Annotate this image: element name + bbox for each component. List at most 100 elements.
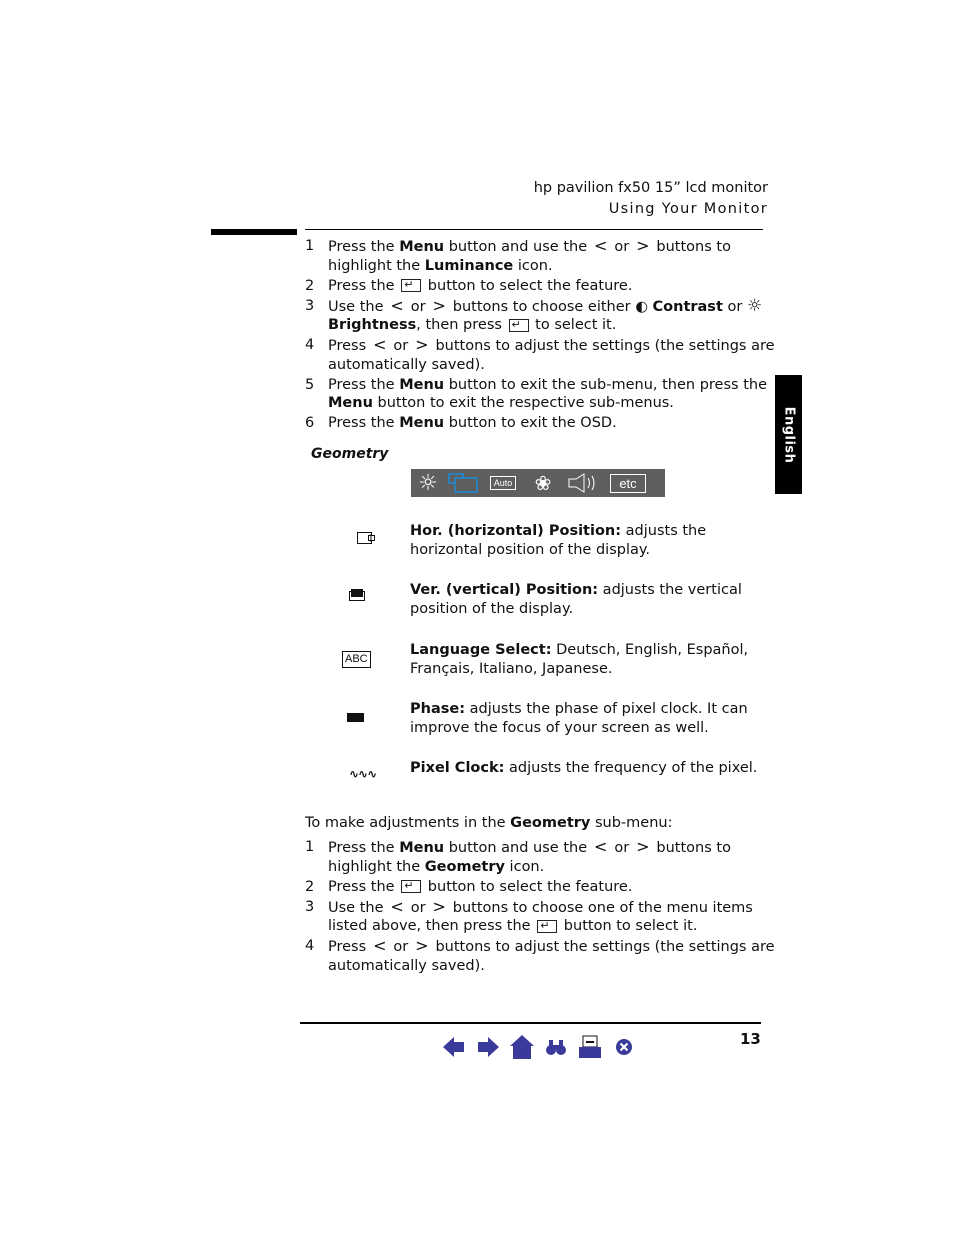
text: button to select the feature.	[423, 277, 633, 294]
menu-label: Menu	[328, 395, 373, 411]
step: 3 Use the < or > buttons to choose one of…	[305, 896, 775, 936]
etc-label: etc	[610, 473, 646, 493]
printer-icon	[579, 1035, 601, 1058]
text: button and use the	[444, 840, 592, 856]
step-number: 1	[305, 839, 315, 855]
binoculars-icon	[546, 1040, 566, 1055]
geometry-steps: 1 Press the Menu button and use the < or …	[305, 837, 775, 977]
geometry-item: Pixel Clock: adjusts the frequency of th…	[410, 759, 770, 778]
text: or	[388, 338, 413, 354]
exit-button[interactable]	[607, 1034, 641, 1060]
language-tab[interactable]: English	[775, 375, 802, 494]
right-arrow-icon: >	[432, 896, 446, 916]
arrow-right-icon	[478, 1037, 499, 1057]
text: icon.	[504, 858, 545, 875]
left-arrow-icon: <	[373, 335, 387, 354]
left-arrow-icon: <	[373, 936, 387, 955]
print-button[interactable]	[573, 1034, 607, 1060]
text: Press the	[328, 878, 400, 895]
step: 2 Press the button to select the feature.	[305, 276, 775, 296]
step: 5 Press the Menu button to exit the sub-m…	[305, 376, 775, 413]
step: 4 Press < or > buttons to adjust the sett…	[305, 936, 775, 975]
right-arrow-icon: >	[636, 236, 650, 255]
search-button[interactable]	[539, 1034, 573, 1060]
right-arrow-icon: >	[415, 936, 429, 955]
left-arrow-icon: <	[594, 837, 608, 856]
text: or	[406, 899, 431, 916]
step-number: 4	[305, 337, 315, 353]
geometry-label: Geometry	[510, 815, 591, 831]
item-label: Hor. (horizontal) Position:	[410, 523, 622, 539]
geometry-item: Phase: adjusts the phase of pixel clock.…	[410, 700, 770, 738]
home-icon	[510, 1035, 534, 1059]
step-number: 4	[305, 938, 315, 954]
text: button to select the feature.	[423, 878, 633, 895]
text: buttons to choose either	[448, 298, 636, 315]
auto-label: Auto	[489, 476, 517, 490]
step-number: 2	[305, 878, 315, 895]
step-number: 3	[305, 898, 315, 915]
step-number: 6	[305, 415, 315, 431]
header-rule	[305, 229, 763, 230]
language-tab-label: English	[781, 406, 796, 463]
brightness-icon: ☼	[418, 470, 438, 496]
item-label: Language Select:	[410, 642, 552, 658]
left-arrow-icon: <	[594, 236, 608, 255]
color-palette-icon: ❀	[534, 471, 552, 495]
contrast-label: Contrast	[652, 298, 723, 315]
geometry-item: Language Select: Deutsch, English, Españ…	[410, 641, 770, 679]
text: Press	[328, 939, 371, 955]
brightness-icon: ☼	[746, 295, 763, 316]
menu-label: Menu	[399, 840, 445, 856]
phase-icon	[347, 713, 364, 722]
arrow-left-icon	[443, 1037, 464, 1057]
step: 2 Press the button to select the feature.	[305, 877, 775, 897]
contrast-icon: ◐	[635, 298, 653, 315]
vertical-position-icon	[349, 589, 365, 605]
text: Use the	[328, 899, 389, 916]
section-marker	[211, 229, 297, 235]
item-label: Ver. (vertical) Position:	[410, 582, 599, 598]
step: 3 Use the < or > buttons to choose either…	[305, 295, 775, 335]
text: Press the	[328, 239, 400, 255]
item-label: Phase:	[410, 701, 465, 717]
enter-icon	[401, 877, 422, 896]
geometry-item: Ver. (vertical) Position: adjusts the ve…	[410, 581, 770, 619]
step: 4 Press < or > buttons to adjust the sett…	[305, 335, 775, 374]
geometry-intro: To make adjustments in the Geometry sub-…	[305, 815, 672, 831]
step-number: 2	[305, 277, 315, 294]
text: Press the	[328, 277, 400, 294]
text: Use the	[328, 298, 389, 315]
step: 1 Press the Menu button and use the < or …	[305, 837, 775, 876]
text: or	[609, 840, 634, 856]
right-arrow-icon: >	[415, 335, 429, 354]
enter-icon	[401, 276, 422, 295]
osd-icon-bar: ☼ Auto ❀ etc	[411, 469, 665, 497]
footer-nav	[437, 1034, 641, 1060]
next-page-button[interactable]	[471, 1034, 505, 1060]
menu-label: Menu	[399, 415, 445, 431]
text: To make adjustments in the	[305, 815, 511, 831]
menu-label: Menu	[399, 239, 445, 255]
item-label: Pixel Clock:	[410, 760, 505, 776]
page-number: 13	[740, 1030, 761, 1048]
enter-icon	[537, 917, 558, 935]
left-arrow-icon: <	[390, 295, 404, 315]
doc-header-section: Using Your Monitor	[608, 201, 768, 217]
close-icon	[616, 1039, 632, 1055]
geometry-heading: Geometry	[311, 446, 389, 462]
home-button[interactable]	[505, 1034, 539, 1060]
luminance-label: Luminance	[424, 257, 514, 274]
text: or	[388, 939, 413, 955]
doc-header-title: hp pavilion fx50 15” lcd monitor	[533, 180, 768, 196]
text: button and use the	[444, 239, 592, 255]
step-number: 5	[305, 376, 315, 393]
previous-page-button[interactable]	[437, 1034, 471, 1060]
step: 1 Press the Menu button and use the < or …	[305, 236, 775, 275]
text: or	[609, 239, 634, 255]
menu-label: Menu	[399, 376, 445, 393]
text: or	[722, 298, 747, 315]
text: Press the	[328, 415, 400, 431]
geometry-icon	[445, 469, 483, 497]
footer-rule	[300, 1022, 761, 1024]
